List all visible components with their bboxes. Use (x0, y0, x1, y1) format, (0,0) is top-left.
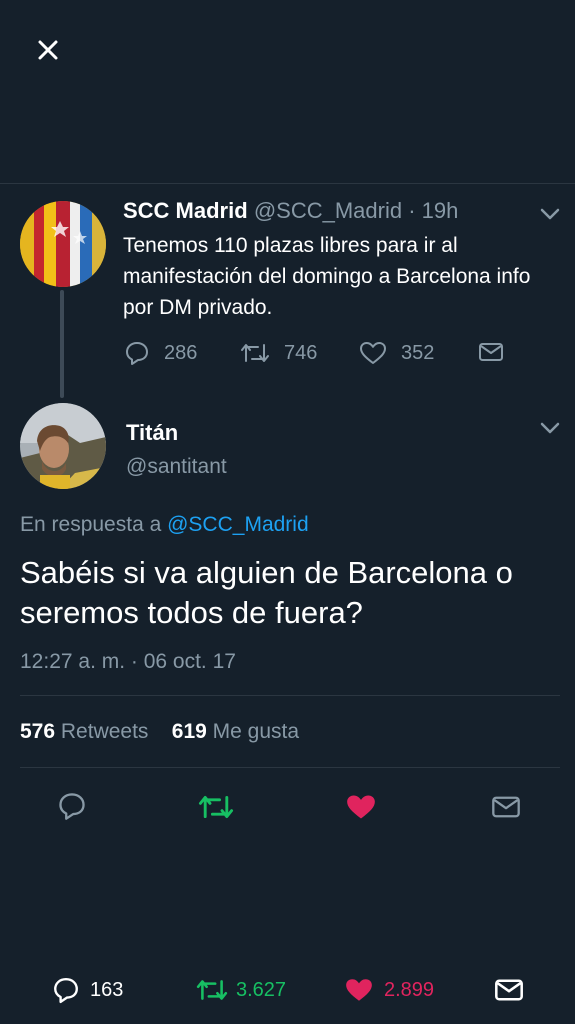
tweet-menu-button[interactable] (538, 204, 562, 229)
reply-tweet-menu-button[interactable] (538, 418, 562, 443)
tweet-time[interactable]: 19h (422, 198, 459, 223)
likes-stat-count: 619 (171, 720, 207, 743)
mail-icon (492, 796, 520, 818)
retweets-stat-label: Retweets (60, 720, 149, 743)
heart-outline-icon (360, 342, 386, 364)
avatar-scc-madrid[interactable] (20, 201, 106, 287)
engagement-stats: 576 Retweets 619 Me gusta (20, 720, 299, 744)
tweet-header: SCC Madrid @SCC_Madrid · 19h (123, 198, 458, 224)
separator-dot: · (408, 198, 416, 223)
chevron-down-icon (540, 422, 560, 434)
retweet-button[interactable]: 746 (240, 340, 317, 366)
retweets-stat-count: 576 (20, 720, 56, 743)
in-reply-to: En respuesta a @SCC_Madrid (20, 513, 309, 537)
direct-message-button[interactable] (478, 340, 504, 364)
detail-direct-message-button[interactable] (491, 793, 521, 821)
chevron-down-icon (540, 208, 560, 220)
retweet-icon-active (198, 795, 234, 819)
reply-icon (59, 793, 85, 820)
bottom-reply-button[interactable]: 163 (52, 976, 123, 1004)
like-count: 352 (401, 341, 435, 364)
reply-count: 286 (164, 341, 198, 364)
bottom-retweet-count: 3.627 (236, 978, 287, 1001)
in-reply-handle-link[interactable]: @SCC_Madrid (167, 513, 309, 536)
mail-icon (479, 343, 503, 361)
reply-tweet-text: Sabéis si va alguien de Barcelona o sere… (20, 555, 513, 630)
reply-timestamp: 12:27 a. m. · 06 oct. 17 (20, 650, 236, 673)
detail-retweet-button[interactable] (198, 791, 234, 823)
likes-stat-label: Me gusta (212, 720, 300, 743)
bottom-reply-count: 163 (90, 978, 124, 1001)
stats-divider-top (20, 695, 560, 696)
bottom-retweet-button[interactable]: 3.627 (196, 976, 286, 1004)
detail-like-button[interactable] (344, 792, 378, 822)
author-handle[interactable]: @SCC_Madrid (254, 198, 402, 223)
header-divider (0, 183, 575, 184)
retweet-icon-active (196, 980, 228, 1000)
in-reply-prefix: En respuesta a (20, 513, 162, 536)
retweet-icon (241, 344, 269, 362)
reply-icon (54, 978, 78, 1004)
reply-icon (126, 342, 148, 365)
bottom-like-count: 2.899 (384, 978, 435, 1001)
retweet-count: 746 (284, 341, 318, 364)
heart-filled-icon (347, 795, 375, 819)
bottom-like-button[interactable]: 2.899 (344, 976, 434, 1004)
like-button[interactable]: 352 (359, 340, 434, 366)
mail-icon (495, 979, 523, 1001)
reply-author-name[interactable]: Titán (126, 420, 178, 446)
close-icon (38, 40, 58, 60)
tweet-text: Tenemos 110 plazas libres para ir al man… (123, 234, 531, 319)
heart-filled-icon (346, 979, 372, 1001)
author-name[interactable]: SCC Madrid (123, 198, 248, 223)
detail-reply-button[interactable] (57, 791, 87, 821)
thread-connector (60, 290, 64, 398)
reply-button[interactable]: 286 (124, 340, 197, 366)
retweets-stat[interactable]: 576 Retweets (20, 720, 148, 743)
avatar-santitant[interactable] (20, 403, 106, 489)
reply-author-handle[interactable]: @santitant (126, 455, 227, 479)
stats-divider-bottom (20, 767, 560, 768)
close-button[interactable] (30, 32, 66, 68)
likes-stat[interactable]: 619 Me gusta (172, 720, 299, 743)
bottom-direct-message-button[interactable] (494, 976, 524, 1004)
